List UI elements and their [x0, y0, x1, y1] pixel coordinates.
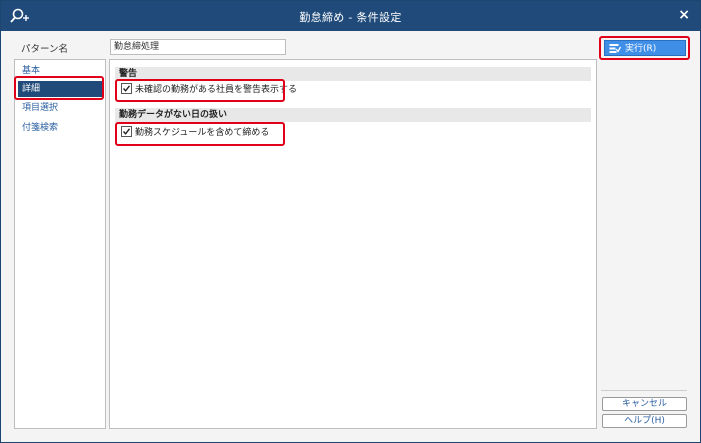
cancel-button[interactable]: キャンセル — [602, 397, 687, 411]
pattern-name-input[interactable] — [110, 39, 286, 55]
execute-button-label: 実行(R) — [625, 44, 657, 54]
nav-item-sticky-search[interactable]: 付箋検索 — [15, 119, 105, 137]
schedule-checkbox[interactable] — [121, 126, 132, 137]
checkmark-icon — [122, 85, 131, 92]
button-separator — [601, 390, 687, 391]
detail-panel: 警告 未確認の勤務がある社員を警告表示する 勤務データがない日の扱い 勤務スケジ… — [109, 59, 597, 429]
title-bar: 勤怠締め - 条件設定 × — [1, 1, 700, 31]
schedule-checkbox-label: 勤務スケジュールを含めて締める — [135, 128, 270, 138]
nav-item-detail[interactable]: 詳細 — [18, 81, 102, 97]
help-button[interactable]: ヘルプ(H) — [602, 414, 687, 428]
warning-checkbox[interactable] — [121, 83, 132, 94]
pattern-name-label: パターン名 — [21, 44, 69, 55]
close-icon[interactable]: × — [678, 7, 690, 23]
checkmark-icon — [122, 128, 131, 135]
section-header-no-data: 勤務データがない日の扱い — [115, 108, 591, 122]
section-header-warning: 警告 — [115, 67, 591, 81]
execute-button[interactable]: 実行(R) — [604, 40, 686, 56]
dialog-window: 勤怠締め - 条件設定 × パターン名 基本 詳細 項目選択 付箋検索 警告 未… — [0, 0, 701, 443]
nav-item-basic[interactable]: 基本 — [15, 62, 105, 80]
execute-icon — [609, 43, 622, 54]
schedule-checkbox-row[interactable]: 勤務スケジュールを含めて締める — [121, 126, 269, 140]
warning-checkbox-label: 未確認の勤務がある社員を警告表示する — [135, 85, 298, 95]
nav-list: 基本 詳細 項目選択 付箋検索 — [14, 59, 106, 429]
window-title: 勤怠締め - 条件設定 — [299, 11, 402, 24]
nav-item-field-select[interactable]: 項目選択 — [15, 99, 105, 117]
warning-checkbox-row[interactable]: 未確認の勤務がある社員を警告表示する — [121, 83, 297, 97]
